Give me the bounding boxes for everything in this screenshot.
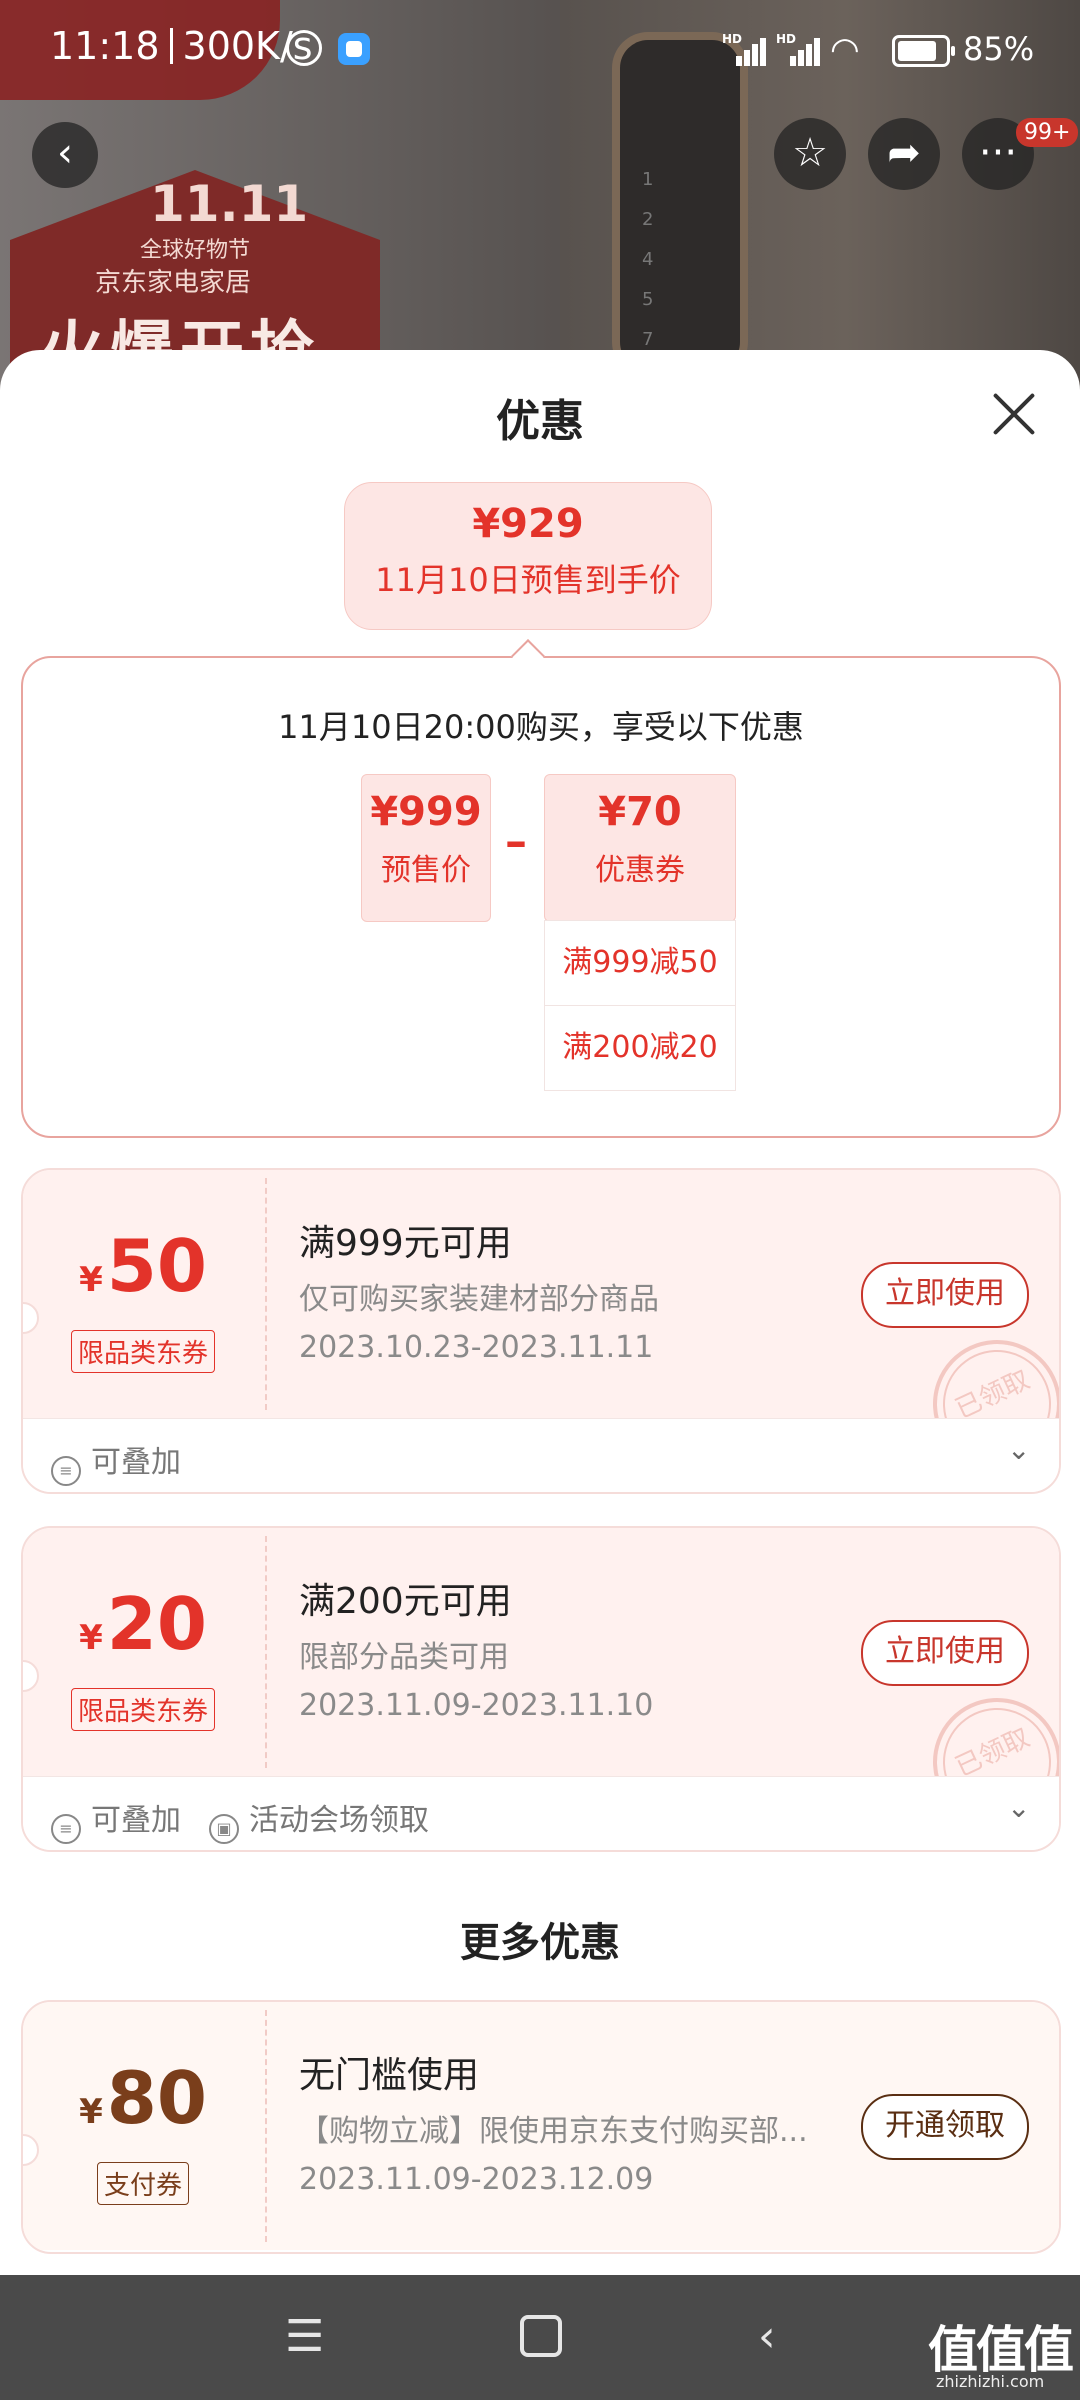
signal-icon-2: HD <box>776 32 820 66</box>
coupon-description: 限部分品类可用 <box>299 1640 509 1675</box>
chevron-down-icon[interactable]: ⌄ <box>1007 1791 1030 1824</box>
coupon-amount: ¥20 <box>79 1582 207 1666</box>
presale-value: ¥999 <box>370 789 482 835</box>
coupon-total-box: ¥70 优惠券 <box>544 774 736 922</box>
final-price-value: ¥929 <box>472 501 584 547</box>
coupon-divider <box>265 2010 267 2242</box>
chevron-down-icon[interactable]: ⌄ <box>1007 1433 1030 1466</box>
price-breakdown: 11月10日20:00购买，享受以下优惠 ¥999 预售价 – ¥70 优惠券 … <box>21 656 1061 1138</box>
system-nav-bar: ☰ ‹ <box>0 2275 1080 2400</box>
coupon-condition: 无门槛使用 <box>299 2055 480 2096</box>
clock-text: 11:18 <box>50 24 160 68</box>
back-button[interactable]: ‹ <box>32 122 98 188</box>
coupon-item: 满200减20 <box>544 1005 736 1091</box>
coupon-validity: 2023.11.09-2023.11.10 <box>299 1688 654 1723</box>
payment-coupon-card: ¥80 支付券 无门槛使用 【购物立减】限使用京东支付购买部... 2023.1… <box>21 2000 1061 2254</box>
battery-icon <box>892 35 955 67</box>
coupon-footer[interactable]: ≡ 可叠加 ⌄ <box>23 1418 1059 1492</box>
favorite-button[interactable]: ☆ <box>774 118 846 190</box>
notification-badge: 99+ <box>1016 118 1079 147</box>
home-icon[interactable] <box>520 2315 562 2357</box>
share-button[interactable]: ➦ <box>868 118 940 190</box>
use-now-button[interactable]: 立即使用 <box>861 1262 1029 1328</box>
coupon-divider <box>265 1178 267 1410</box>
sheet-title: 优惠 <box>496 396 584 447</box>
app-notification-icon <box>338 33 370 65</box>
more-discounts-title: 更多优惠 <box>460 1920 620 1966</box>
minus-operator: – <box>505 816 527 867</box>
coupon-type-tag: 支付券 <box>96 2162 189 2205</box>
venue-claim-tag: ▣ 活动会场领取 <box>209 1795 429 1844</box>
promo-subtitle: 全球好物节 <box>140 238 251 263</box>
coupon-footer[interactable]: ≡ 可叠加 ▣ 活动会场领取 ⌄ <box>23 1776 1059 1850</box>
share-icon: ➦ <box>887 130 921 176</box>
coupon-description: 仅可购买家装建材部分商品 <box>299 1282 659 1317</box>
stack-icon: ≡ <box>51 1814 81 1844</box>
coupon-divider <box>265 1536 267 1768</box>
breakdown-header: 11月10日20:00购买，享受以下优惠 <box>278 708 804 746</box>
promo-store: 京东家电家居 <box>95 268 252 298</box>
alarm-icon <box>286 30 322 66</box>
signal-icon: HD <box>722 32 766 66</box>
coupon-total-label: 优惠券 <box>595 853 685 888</box>
stack-icon: ≡ <box>51 1456 81 1486</box>
star-icon: ☆ <box>792 130 828 176</box>
stackable-tag: ≡ 可叠加 <box>51 1437 181 1486</box>
status-time: 11:18 300K/s <box>50 24 313 68</box>
promo-1111: 11.11 <box>150 175 309 233</box>
battery-percent: 85% <box>963 30 1035 68</box>
ticket-icon: ▣ <box>209 1814 239 1844</box>
close-icon[interactable] <box>990 390 1038 438</box>
coupon-card: ¥20 限品类东券 满200元可用 限部分品类可用 2023.11.09-202… <box>21 1526 1061 1852</box>
coupon-validity: 2023.10.23-2023.11.11 <box>299 1330 654 1365</box>
more-dots-icon: ··· <box>978 130 1018 176</box>
discount-sheet: 优惠 ¥929 11月10日预售到手价 11月10日20:00购买，享受以下优惠… <box>0 350 1080 2275</box>
status-bar: 11:18 300K/s HD HD ◠ 85% <box>0 0 1080 100</box>
presale-label: 预售价 <box>381 853 471 888</box>
coupon-description: 【购物立减】限使用京东支付购买部... <box>299 2114 808 2149</box>
presale-price-box: ¥999 预售价 <box>361 774 491 922</box>
activate-claim-button[interactable]: 开通领取 <box>861 2094 1029 2160</box>
menu-icon[interactable]: ☰ <box>285 2311 324 2362</box>
coupon-validity: 2023.11.09-2023.12.09 <box>299 2162 654 2197</box>
use-now-button[interactable]: 立即使用 <box>861 1620 1029 1686</box>
coupon-condition: 满999元可用 <box>299 1223 512 1264</box>
coupon-amount: ¥80 <box>79 2056 207 2140</box>
final-price-box: ¥929 11月10日预售到手价 <box>344 482 712 630</box>
coupon-amount: ¥50 <box>79 1224 207 1308</box>
back-icon[interactable]: ‹ <box>758 2311 776 2362</box>
coupon-type-tag: 限品类东券 <box>70 1688 215 1731</box>
coupon-type-tag: 限品类东券 <box>70 1330 215 1373</box>
wifi-icon: ◠ <box>830 30 860 70</box>
final-price-label: 11月10日预售到手价 <box>375 561 681 599</box>
stackable-tag: ≡ 可叠加 <box>51 1795 181 1844</box>
chevron-left-icon: ‹ <box>57 130 73 176</box>
coupon-card: ¥50 限品类东券 满999元可用 仅可购买家装建材部分商品 2023.10.2… <box>21 1168 1061 1494</box>
coupon-total-value: ¥70 <box>598 789 682 835</box>
coupon-item: 满999减50 <box>544 920 736 1006</box>
watermark-url: zhizhizhi.com <box>936 2372 1045 2391</box>
coupon-condition: 满200元可用 <box>299 1581 512 1622</box>
